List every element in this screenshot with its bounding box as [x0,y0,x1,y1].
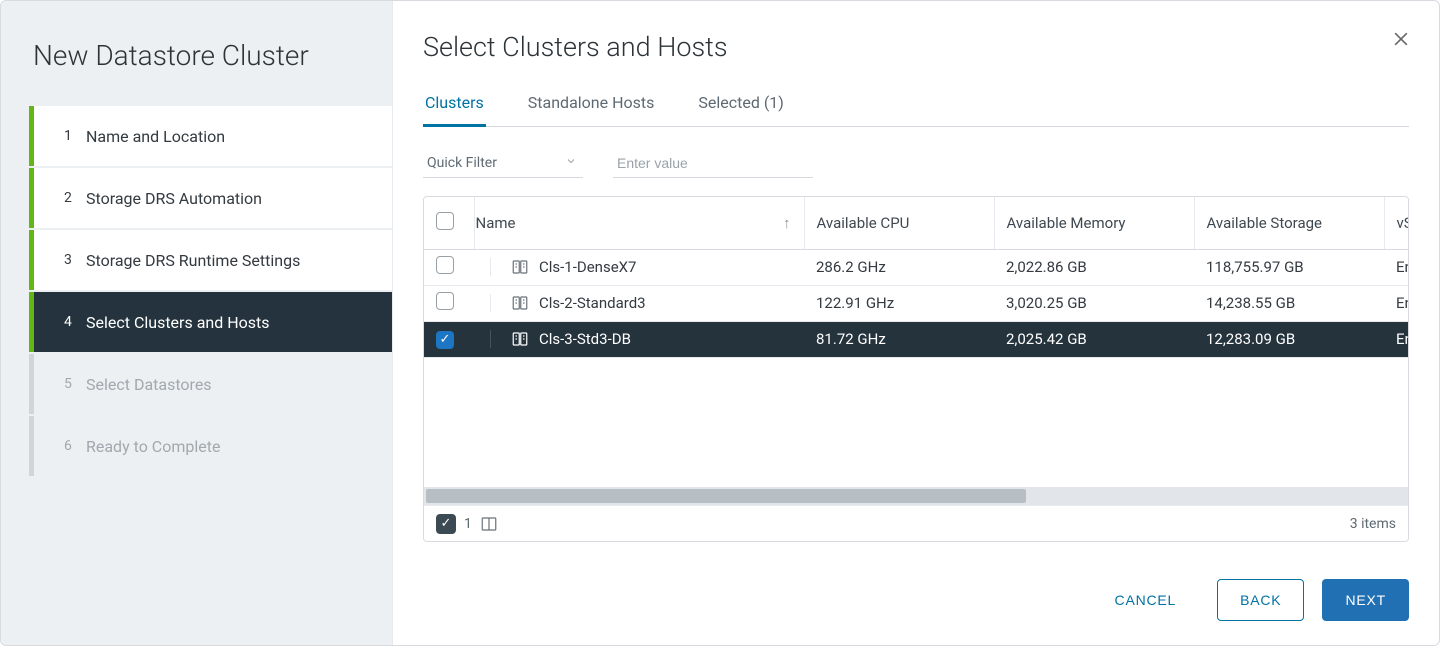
col-header-storage[interactable]: Available Storage [1194,197,1384,249]
available-memory: 2,022.86 GB [994,249,1194,285]
col-header-vsphere[interactable]: vSphe [1384,197,1408,249]
table-header-row: Name ↑ Available CPU Available Memory Av… [424,197,1408,249]
filter-input[interactable] [613,149,813,178]
tab-clusters[interactable]: Clusters [423,93,486,127]
cluster-name: Cls-3-Std3-DB [539,330,631,348]
step-number: 5 [64,376,86,392]
wizard-modal: New Datastore Cluster 1 Name and Locatio… [0,0,1440,646]
vsphere-status: Enabl [1384,285,1408,321]
row-checkbox[interactable] [436,292,454,310]
available-cpu: 81.72 GHz [804,321,994,357]
table-row[interactable]: Cls-2-Standard3 122.91 GHz 3,020.25 GB 1… [424,285,1408,321]
total-items: 3 items [1350,516,1396,532]
col-header-memory[interactable]: Available Memory [994,197,1194,249]
scrollbar-thumb[interactable] [426,489,1026,503]
cluster-name: Cls-1-DenseX7 [539,258,637,276]
step-number: 2 [64,190,86,206]
step-number: 6 [64,438,86,454]
divider [490,294,491,312]
tab-selected[interactable]: Selected (1) [696,93,785,127]
chevron-down-icon [565,155,577,171]
cluster-name: Cls-2-Standard3 [539,294,646,312]
close-icon[interactable] [1391,29,1411,49]
wizard-sidebar: New Datastore Cluster 1 Name and Locatio… [1,1,393,645]
available-memory: 3,020.25 GB [994,285,1194,321]
step-number: 3 [64,252,86,268]
vsphere-status: Enabl [1384,321,1408,357]
divider [490,330,491,348]
available-storage: 118,755.97 GB [1194,249,1384,285]
row-checkbox[interactable] [436,331,454,349]
vsphere-status: Enabl [1384,249,1408,285]
step-name-and-location[interactable]: 1 Name and Location [29,106,392,166]
step-label: Storage DRS Automation [86,189,262,208]
step-select-clusters-hosts[interactable]: 4 Select Clusters and Hosts [29,292,392,352]
wizard-steps: 1 Name and Location 2 Storage DRS Automa… [1,106,392,476]
table-empty-space [424,357,1408,487]
divider [490,258,491,276]
step-ready-to-complete: 6 Ready to Complete [29,416,392,476]
step-select-datastores: 5 Select Datastores [29,354,392,414]
available-cpu: 122.91 GHz [804,285,994,321]
back-button[interactable]: BACK [1217,579,1304,621]
table-row[interactable]: Cls-3-Std3-DB 81.72 GHz 2,025.42 GB 12,2… [424,321,1408,357]
available-storage: 14,238.55 GB [1194,285,1384,321]
page-title: Select Clusters and Hosts [423,31,1409,63]
cluster-icon [511,258,529,276]
step-storage-drs-automation[interactable]: 2 Storage DRS Automation [29,168,392,228]
cluster-icon [511,330,529,348]
wizard-actions: CANCEL BACK NEXT [423,549,1409,621]
table-footer: 1 3 items [424,505,1408,541]
available-cpu: 286.2 GHz [804,249,994,285]
step-label: Storage DRS Runtime Settings [86,251,300,270]
horizontal-scrollbar[interactable] [424,487,1408,505]
tabs: Clusters Standalone Hosts Selected (1) [423,93,1409,127]
filter-row: Quick Filter [423,149,1409,178]
clusters-table: Name ↑ Available CPU Available Memory Av… [423,196,1409,542]
col-header-cpu[interactable]: Available CPU [804,197,994,249]
next-button[interactable]: NEXT [1322,579,1409,621]
selected-count: 1 [464,516,472,532]
step-number: 1 [64,128,86,144]
tab-standalone-hosts[interactable]: Standalone Hosts [526,93,657,127]
table-row[interactable]: Cls-1-DenseX7 286.2 GHz 2,022.86 GB 118,… [424,249,1408,285]
select-all-checkbox[interactable] [436,212,454,230]
col-header-name[interactable]: Name [476,214,516,232]
row-checkbox[interactable] [436,256,454,274]
quick-filter-dropdown[interactable]: Quick Filter [423,149,583,178]
quick-filter-label: Quick Filter [427,155,497,171]
step-number: 4 [64,314,86,330]
step-label: Name and Location [86,127,225,146]
available-storage: 12,283.09 GB [1194,321,1384,357]
available-memory: 2,025.42 GB [994,321,1194,357]
wizard-title: New Datastore Cluster [33,39,360,72]
sort-ascending-icon[interactable]: ↑ [783,214,791,232]
cluster-icon [511,294,529,312]
step-label: Select Datastores [86,375,212,394]
step-label: Select Clusters and Hosts [86,313,270,332]
step-label: Ready to Complete [86,437,220,456]
step-storage-drs-runtime[interactable]: 3 Storage DRS Runtime Settings [29,230,392,290]
column-chooser-icon[interactable] [480,515,498,533]
cancel-button[interactable]: CANCEL [1092,579,1200,621]
selected-count-badge-icon [436,514,456,534]
main-panel: Select Clusters and Hosts Clusters Stand… [393,1,1439,645]
